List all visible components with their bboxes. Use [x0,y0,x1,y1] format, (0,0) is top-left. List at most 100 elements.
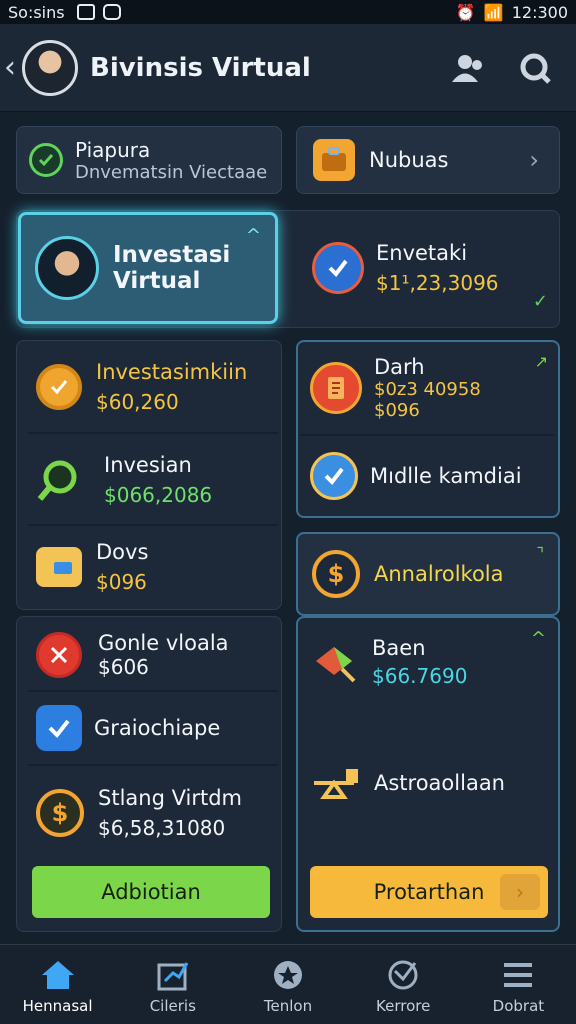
astro-title: Astroaollaan [374,771,505,795]
nav-item-tenlon[interactable]: Tenlon [230,945,345,1024]
list-item-title: Investasimkiin [96,360,248,384]
nav-label: Kerrore [376,997,431,1015]
arrow-up-right-icon: ↗ [534,352,548,371]
document-icon [310,362,362,414]
nav-label: Cileris [149,997,196,1015]
bottom-nav: Hennasal Cileris Tenlon Kerrore Dobrat [0,944,576,1024]
astro-card[interactable]: Astroaollaan [300,750,556,816]
check-icon: ✓ [532,291,548,312]
middle-title: Mıdlle kamdiai [370,464,522,488]
list-item[interactable]: Investasimkiin $60,260 [28,344,280,430]
protarthan-label: Protarthan [373,880,485,904]
arrow-right-icon: › [500,874,540,910]
nubuas-title: Nubuas [369,148,449,172]
list-item-title: Gonle vloala [98,631,229,655]
divider [28,690,278,692]
list-item-title: Dovs [96,540,149,564]
piapura-card[interactable]: Piapura Dnvematsin Viectaae [16,126,282,194]
piapura-subtitle: Dnvematsin Viectaae [75,161,268,183]
chevron-right-icon: › [529,146,539,174]
coin-icon: $ [312,550,360,598]
chevron-up-icon[interactable]: ^ [246,225,261,246]
dollar-coin-icon: $ [36,789,84,837]
middle-card[interactable]: Mıdlle kamdiai [300,438,556,514]
corner-arrow-icon: ⌝ [536,544,545,563]
divider [28,764,278,766]
list-item[interactable]: Graiochiape [28,694,280,762]
list-item[interactable]: Invesian $066,2086 [28,438,280,522]
nav-item-kerrore[interactable]: Kerrore [346,945,461,1024]
back-arrow-icon[interactable]: ‹ [0,50,20,85]
list-item-value: $096 [96,570,147,594]
nav-item-dobrat[interactable]: Dobrat [461,945,576,1024]
status-bar: So:sins ⏰ 📶 12:300 [0,0,576,24]
list-item-value: $066,2086 [104,483,213,507]
menu-icon [504,963,533,987]
time-label: 12:300 [511,2,568,22]
wifi-icon: 📶 [483,2,504,22]
list-item[interactable]: Dovs $096 [28,528,280,606]
check-circle-icon [310,452,358,500]
chart-icon [157,962,189,991]
list-item-title: Invesian [104,453,192,477]
piapura-title: Piapura [75,137,151,162]
protarthan-button[interactable]: Protarthan › [310,866,548,918]
darh-value-line1: $0z3 40958 [374,379,481,400]
scale-icon [310,763,362,803]
chat-icon [102,4,121,20]
nubuas-card[interactable]: Nubuas › [296,126,560,194]
no-tools-icon [36,632,82,678]
nav-label: Hennasal [22,997,93,1015]
home-icon [41,961,74,989]
darh-card[interactable]: Darh $0z3 40958 $096 ↗ [300,344,556,432]
featured-title-line1: Investasi [113,242,231,268]
nav-label: Dobrat [492,997,545,1015]
nav-label: Tenlon [263,997,313,1015]
envetaki-value: $1¹,23,3096 [376,271,499,295]
divider [300,434,554,436]
check-search-icon [29,143,63,177]
baen-value: $66.7690 [372,664,468,688]
checkbox-icon [36,705,82,751]
profile-icon[interactable] [450,51,484,85]
page-title: Bivinsis Virtual [90,52,311,83]
list-item-title: Graiochiape [94,716,221,740]
annal-card[interactable]: $ Annalrolkola ⌝ [296,532,560,616]
envetaki-card[interactable]: Envetaki $1¹,23,3096 ✓ [298,214,558,322]
app-header: ‹ Bivinsis Virtual [0,24,576,112]
carrier-label: So:sins [8,2,65,22]
envetaki-title: Envetaki [376,241,468,265]
featured-title-line2: Virtual [113,268,201,294]
nav-item-home[interactable]: Hennasal [0,945,115,1024]
briefcase-icon [313,139,355,181]
baen-card[interactable]: Baen $66.7690 ^ [300,620,556,704]
list-item-value: $606 [98,655,149,679]
check-badge-icon [312,242,364,294]
list-item[interactable]: $ Stlang Virtdm $6,58,31080 [28,770,280,856]
compass-icon [388,960,418,990]
gear-check-icon [36,364,82,410]
search-icon[interactable] [518,51,552,85]
alarm-icon: ⏰ [455,2,476,22]
darh-title: Darh [374,355,425,379]
divider [28,524,278,526]
annal-title: Annalrolkola [374,562,504,586]
magnifier-icon [36,457,82,503]
avatar [35,236,99,300]
darh-value-line2: $096 [374,400,420,421]
adbiotian-button[interactable]: Adbiotian [32,866,270,918]
investasi-virtual-card[interactable]: Investasi Virtual ^ [18,212,278,324]
list-item-title: Stlang Virtdm [98,786,242,810]
baen-title: Baen [372,636,426,660]
list-item-value: $6,58,31080 [98,816,226,840]
nav-item-cileris[interactable]: Cileris [115,945,230,1024]
wallet-icon [36,547,82,587]
star-badge-icon [274,961,302,989]
notification-icon [76,4,95,20]
list-item-value: $60,260 [96,390,179,414]
chevron-up-icon[interactable]: ^ [531,628,546,649]
list-item[interactable]: Gonle vloala $606 [28,620,280,690]
chart-box-icon [312,639,358,685]
divider [28,432,278,434]
avatar[interactable] [22,39,78,96]
